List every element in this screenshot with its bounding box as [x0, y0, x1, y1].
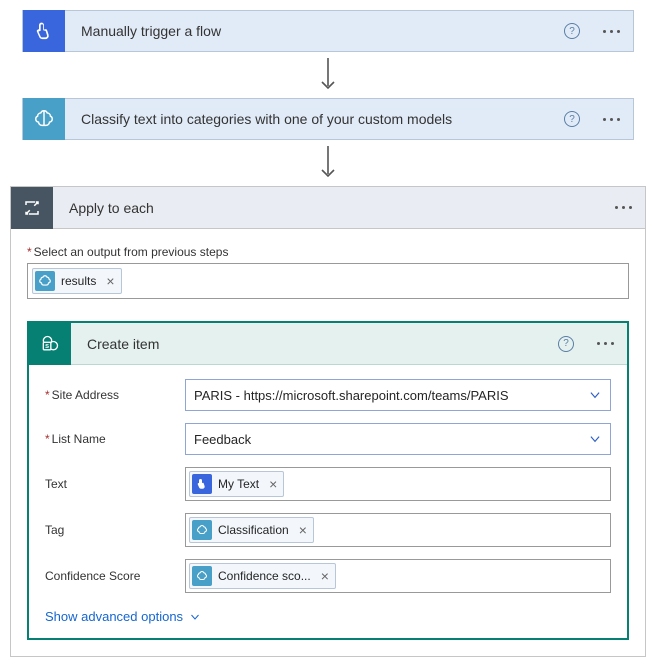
show-advanced-options-link[interactable]: Show advanced options: [45, 605, 201, 628]
token-label: Confidence sco...: [218, 569, 311, 583]
token-remove-button[interactable]: ×: [295, 522, 309, 538]
site-address-value: PARIS - https://microsoft.sharepoint.com…: [194, 388, 509, 403]
chevron-down-icon: [588, 388, 602, 402]
brain-icon: [23, 98, 65, 140]
advanced-label: Show advanced options: [45, 609, 183, 624]
confidence-label: Confidence Score: [45, 569, 185, 583]
help-button[interactable]: ?: [549, 336, 583, 352]
tag-label: Tag: [45, 523, 185, 537]
select-output-input[interactable]: results ×: [27, 263, 629, 299]
more-button[interactable]: [601, 206, 645, 209]
help-button[interactable]: ?: [555, 23, 589, 39]
create-item-header[interactable]: S Create item ?: [29, 323, 627, 365]
brain-icon: [192, 520, 212, 540]
token-remove-button[interactable]: ×: [265, 476, 279, 492]
sharepoint-icon: S: [29, 323, 71, 365]
loop-icon: [11, 187, 53, 229]
step-title: Manually trigger a flow: [65, 23, 555, 39]
token-remove-button[interactable]: ×: [102, 273, 116, 289]
chevron-down-icon: [588, 432, 602, 446]
more-button[interactable]: [583, 342, 627, 345]
apply-to-each-container: Apply to each Select an output from prev…: [10, 186, 646, 657]
list-name-select[interactable]: Feedback: [185, 423, 611, 455]
chevron-down-icon: [189, 611, 201, 623]
site-address-label: Site Address: [45, 388, 185, 402]
token-classification[interactable]: Classification ×: [189, 517, 314, 543]
more-button[interactable]: [589, 118, 633, 121]
help-button[interactable]: ?: [555, 111, 589, 127]
brain-icon: [192, 566, 212, 586]
tag-input[interactable]: Classification ×: [185, 513, 611, 547]
text-label: Text: [45, 477, 185, 491]
token-label: results: [61, 274, 96, 288]
connector-arrow: [10, 140, 646, 186]
brain-icon: [35, 271, 55, 291]
connector-arrow: [10, 52, 646, 98]
apply-to-each-header[interactable]: Apply to each: [11, 187, 645, 229]
token-results[interactable]: results ×: [32, 268, 122, 294]
trigger-step-card[interactable]: Manually trigger a flow ?: [22, 10, 634, 52]
step-title: Create item: [71, 336, 549, 352]
classify-step-card[interactable]: Classify text into categories with one o…: [22, 98, 634, 140]
token-remove-button[interactable]: ×: [317, 568, 331, 584]
text-input[interactable]: My Text ×: [185, 467, 611, 501]
site-address-select[interactable]: PARIS - https://microsoft.sharepoint.com…: [185, 379, 611, 411]
token-confidence[interactable]: Confidence sco... ×: [189, 563, 336, 589]
touch-icon: [192, 474, 212, 494]
touch-icon: [23, 10, 65, 52]
step-title: Classify text into categories with one o…: [65, 111, 555, 127]
token-label: Classification: [218, 523, 289, 537]
more-button[interactable]: [589, 30, 633, 33]
select-output-label: Select an output from previous steps: [27, 245, 629, 259]
list-name-label: List Name: [45, 432, 185, 446]
token-label: My Text: [218, 477, 259, 491]
list-name-value: Feedback: [194, 432, 251, 447]
step-title: Apply to each: [53, 200, 601, 216]
confidence-input[interactable]: Confidence sco... ×: [185, 559, 611, 593]
token-my-text[interactable]: My Text ×: [189, 471, 284, 497]
create-item-card: S Create item ? Site Address PARIS - htt…: [27, 321, 629, 640]
svg-text:S: S: [45, 344, 49, 350]
